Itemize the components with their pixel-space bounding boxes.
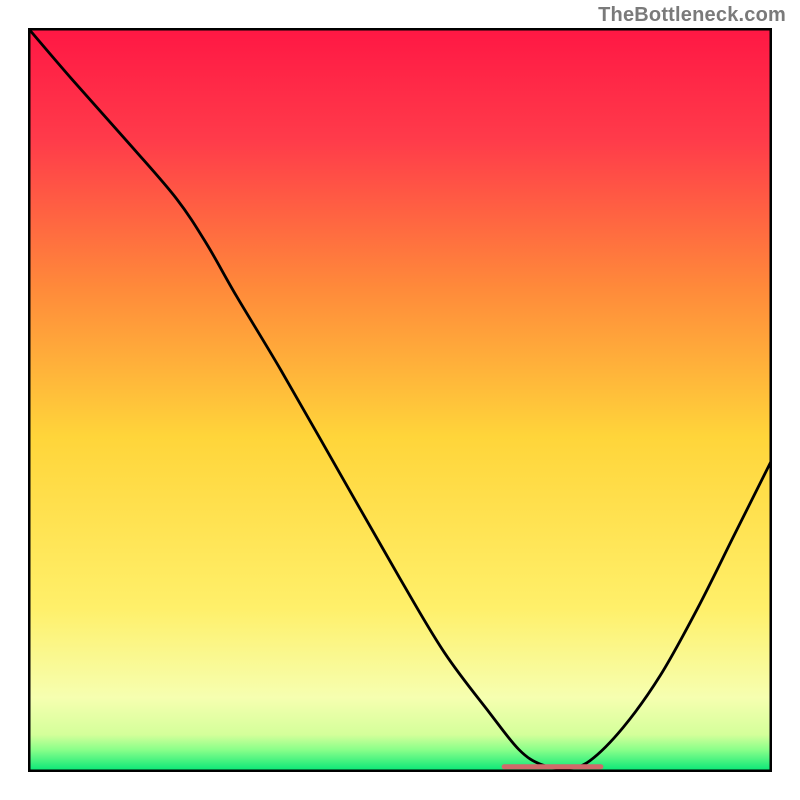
chart-svg <box>28 28 772 772</box>
watermark-text: TheBottleneck.com <box>598 4 786 27</box>
plot-background <box>28 28 772 772</box>
bottleneck-chart <box>28 28 772 772</box>
